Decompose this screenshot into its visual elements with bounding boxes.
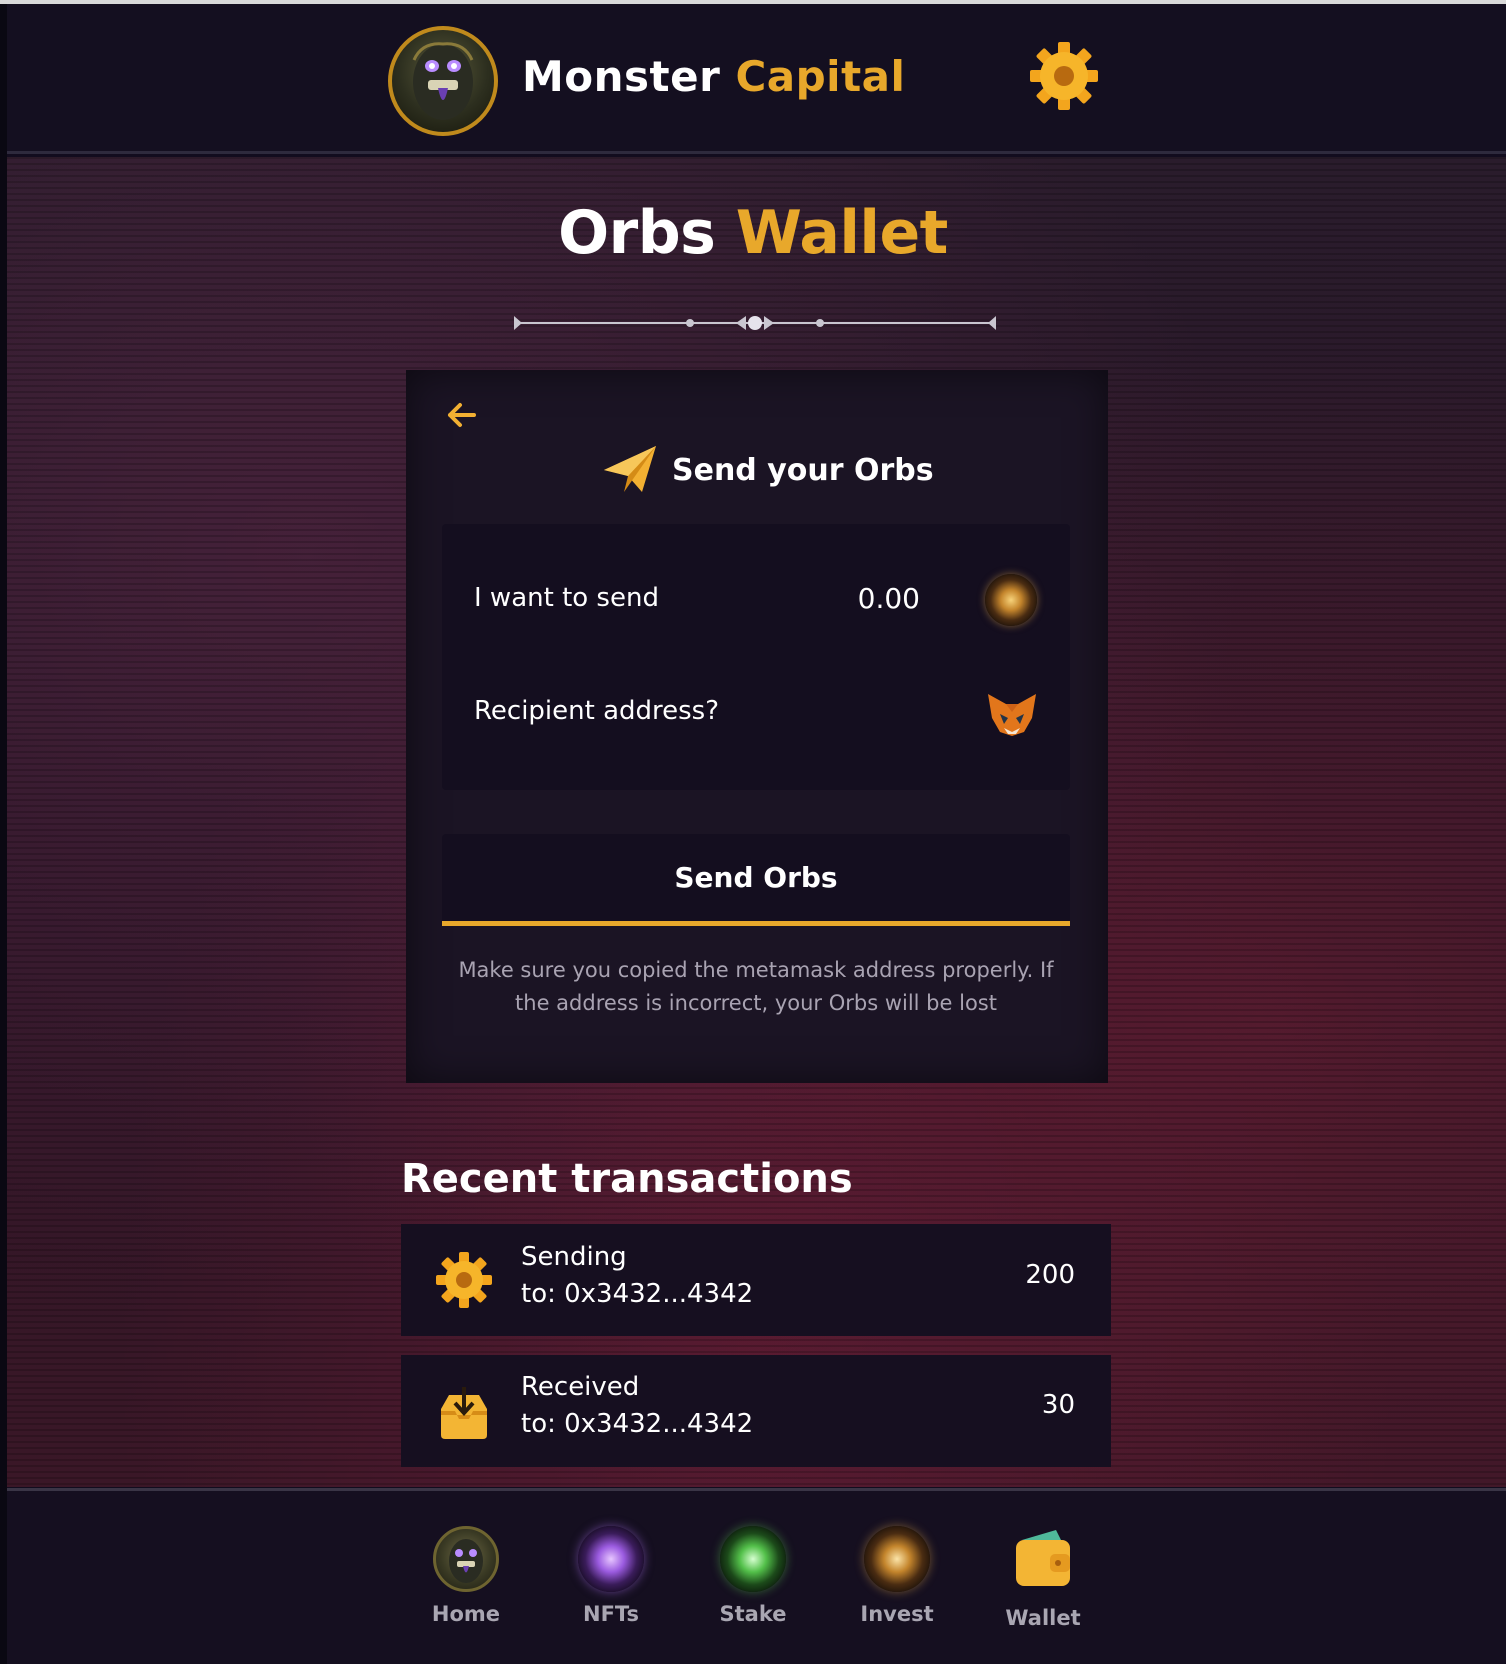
metamask-button[interactable] [984,690,1040,740]
back-button[interactable] [444,400,478,430]
nav-item-home[interactable]: Home [411,1526,521,1636]
nav-label-wallet: Wallet [1005,1606,1081,1630]
amount-input[interactable] [790,578,920,618]
send-orbs-button[interactable]: Send Orbs [442,834,1070,926]
wallet-icon [1016,1530,1070,1586]
brand-primary: Monster [522,52,721,101]
nav-label-home: Home [431,1602,501,1626]
green-orb-icon [720,1526,786,1592]
settings-button[interactable] [1028,40,1100,112]
send-heading-text: Send your Orbs [672,452,934,488]
send-form [442,524,1070,790]
gear-icon [1030,42,1098,110]
nav-item-stake[interactable]: Stake [698,1526,808,1636]
send-heading: Send your Orbs [602,444,934,496]
gear-icon [436,1252,492,1308]
monster-face-icon [412,42,474,120]
transaction-address: to: 0x3432...4342 [521,1409,754,1439]
transaction-amount: 30 [1041,1390,1075,1420]
metamask-fox-icon [988,694,1036,736]
purple-orb-icon [578,1526,644,1592]
transaction-type: Received [521,1372,640,1402]
page-title-accent: Wallet [735,198,949,268]
recent-transactions-title: Recent transactions [401,1156,853,1202]
arrow-left-icon [448,403,476,427]
monster-avatar-icon [433,1526,499,1592]
gold-orb-icon [864,1526,930,1592]
amount-label: I want to send [474,583,659,613]
transaction-type: Sending [521,1242,627,1272]
transaction-row[interactable]: Received to: 0x3432...4342 30 [401,1355,1111,1467]
nav-item-nfts[interactable]: NFTs [556,1526,666,1636]
paper-plane-icon [604,446,656,492]
warning-text: Make sure you copied the metamask addres… [458,958,1054,1015]
nav-item-wallet[interactable]: Wallet [988,1526,1098,1636]
nav-label-invest: Invest [860,1602,934,1626]
nav-item-invest[interactable]: Invest [842,1526,952,1636]
nav-label-nfts: NFTs [583,1602,639,1626]
transaction-row[interactable]: Sending to: 0x3432...4342 200 [401,1224,1111,1336]
transaction-address: to: 0x3432...4342 [521,1279,754,1309]
app-frame: Monster Capital Orbs Wallet Send your Or… [0,0,1506,1664]
page-title-primary: Orbs [558,198,716,268]
ornamental-divider [514,316,996,330]
monster-logo-avatar[interactable] [388,26,498,136]
page-title: Orbs Wallet [0,198,1506,268]
orb-coin-icon [985,574,1037,626]
recipient-address-field[interactable]: Recipient address? [474,696,719,726]
inbox-download-icon [441,1387,487,1439]
brand-accent: Capital [735,52,906,101]
brand-name: Monster Capital [522,52,905,101]
nav-label-stake: Stake [719,1602,787,1626]
transaction-amount: 200 [1025,1260,1075,1290]
